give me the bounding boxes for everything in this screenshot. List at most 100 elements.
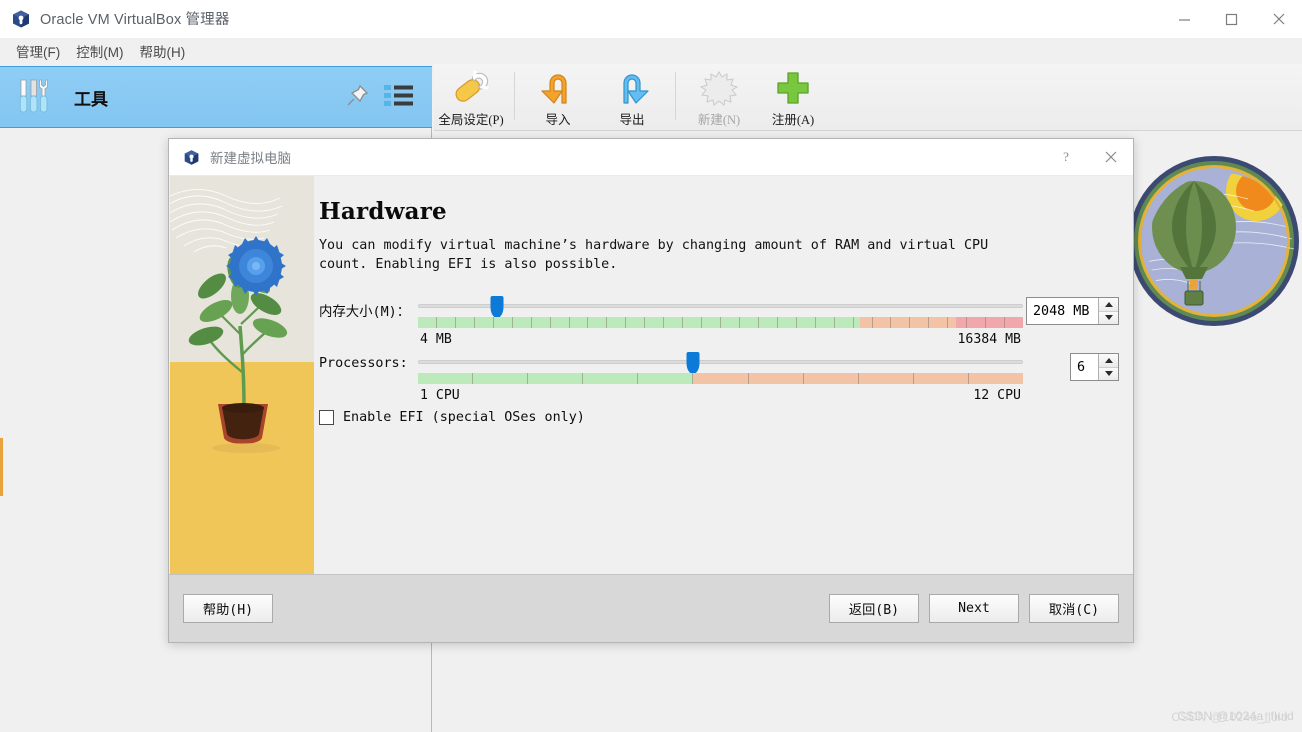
toolbar-separator bbox=[675, 72, 676, 120]
toolbar-button-register[interactable]: 注册(A) bbox=[756, 64, 830, 130]
processors-slider-groove[interactable] bbox=[418, 352, 1023, 374]
slider-tick bbox=[475, 317, 494, 328]
processors-spin-down-icon[interactable] bbox=[1099, 367, 1118, 380]
memory-spin-buttons bbox=[1098, 298, 1118, 324]
toolbar-separator bbox=[514, 72, 515, 120]
new-vm-dialog: 新建虚拟电脑 ? Hardware You can modify virtual… bbox=[168, 138, 1134, 643]
next-button[interactable]: Next bbox=[929, 594, 1019, 623]
efi-checkbox-row[interactable]: Enable EFI (special OSes only) bbox=[319, 410, 1133, 425]
close-icon[interactable] bbox=[1088, 139, 1133, 176]
memory-label: 内存大小(M)： bbox=[319, 305, 411, 320]
virtualbox-cube-icon bbox=[11, 9, 31, 29]
svg-text:?: ? bbox=[1063, 149, 1069, 164]
slider-tick bbox=[418, 317, 437, 328]
back-button[interactable]: 返回(B) bbox=[829, 594, 919, 623]
memory-slider-ticks bbox=[418, 317, 1023, 328]
slider-tick bbox=[859, 373, 914, 384]
dialog-footer-actions: 返回(B) Next 取消(C) bbox=[829, 594, 1119, 623]
slider-tick bbox=[693, 373, 749, 384]
slider-tick bbox=[607, 317, 627, 328]
toolbar-label-export: 导出 bbox=[619, 113, 645, 127]
slider-tick bbox=[551, 317, 570, 328]
slider-tick bbox=[778, 317, 797, 328]
slider-tick bbox=[583, 373, 639, 384]
processors-spin-up-icon[interactable] bbox=[1099, 354, 1118, 368]
memory-slider-handle[interactable] bbox=[490, 296, 504, 318]
memory-max-label: 16384 MB bbox=[957, 332, 1021, 347]
page-description: You can modify virtual machine’s hardwar… bbox=[319, 238, 989, 272]
processors-value[interactable]: 6 bbox=[1071, 354, 1098, 380]
watermark: CSDN @1024a_fluid CSDN @1024a_fluid bbox=[1171, 709, 1294, 724]
toolbar-button-import[interactable]: 导入 bbox=[521, 64, 595, 130]
menu-item-help[interactable]: 帮助(H) bbox=[132, 38, 194, 65]
memory-min-label: 4 MB bbox=[420, 332, 452, 347]
slider-tick bbox=[948, 317, 968, 328]
memory-value[interactable]: 2048 MB bbox=[1027, 298, 1098, 324]
decorative-sliver bbox=[0, 438, 3, 496]
help-question-icon[interactable]: ? bbox=[1043, 139, 1088, 176]
list-view-icon[interactable] bbox=[384, 83, 414, 114]
efi-checkbox[interactable] bbox=[319, 410, 334, 425]
slider-tick bbox=[702, 317, 721, 328]
slider-tick bbox=[873, 317, 892, 328]
slider-tick bbox=[891, 317, 911, 328]
minimize-icon[interactable] bbox=[1161, 0, 1208, 38]
memory-spin-down-icon[interactable] bbox=[1099, 311, 1118, 324]
toolbar-button-new[interactable]: 新建(N) bbox=[682, 64, 756, 130]
dialog-footer: 帮助(H) 返回(B) Next 取消(C) bbox=[169, 574, 1133, 642]
register-machine-icon bbox=[771, 69, 815, 107]
dialog-body: Hardware You can modify virtual machine’… bbox=[169, 176, 1133, 606]
main-toolbar: 全局设定(P) 导入 导出 新建(N) 注册(A) bbox=[434, 64, 1302, 131]
efi-checkbox-label: Enable EFI (special OSes only) bbox=[343, 410, 585, 425]
slider-tick bbox=[588, 317, 608, 328]
slider-tick bbox=[683, 317, 703, 328]
slider-tick bbox=[969, 373, 1023, 384]
menu-item-manage[interactable]: 管理(F) bbox=[8, 38, 68, 65]
pin-icon[interactable] bbox=[344, 83, 370, 114]
cancel-button[interactable]: 取消(C) bbox=[1029, 594, 1119, 623]
slider-tick bbox=[804, 373, 859, 384]
maximize-icon[interactable] bbox=[1208, 0, 1255, 38]
toolbar-label-preferences: 全局设定(P) bbox=[438, 113, 504, 127]
window-title: Oracle VM VirtualBox 管理器 bbox=[40, 12, 230, 28]
slider-tick bbox=[664, 317, 684, 328]
menu-item-control[interactable]: 控制(M) bbox=[68, 38, 131, 65]
slider-tick bbox=[437, 317, 456, 328]
processors-row: Processors: 1 CPU 12 CPU 6 bbox=[314, 350, 1133, 406]
slider-tick bbox=[914, 373, 969, 384]
tools-label: 工具 bbox=[74, 89, 108, 109]
slider-tick bbox=[749, 373, 804, 384]
memory-slider[interactable]: 4 MB 16384 MB bbox=[418, 294, 1023, 350]
slider-tick bbox=[721, 317, 740, 328]
close-icon[interactable] bbox=[1255, 0, 1302, 38]
slider-tick bbox=[1005, 317, 1023, 328]
memory-spinbox[interactable]: 2048 MB bbox=[1026, 297, 1119, 325]
processors-spin-buttons bbox=[1098, 354, 1118, 380]
slider-tick bbox=[528, 373, 584, 384]
memory-range-labels: 4 MB 16384 MB bbox=[418, 332, 1023, 350]
slider-tick bbox=[967, 317, 987, 328]
toolbar-button-export[interactable]: 导出 bbox=[595, 64, 669, 130]
slider-tick bbox=[759, 317, 778, 328]
memory-slider-groove[interactable] bbox=[418, 296, 1023, 318]
memory-spin-up-icon[interactable] bbox=[1099, 298, 1118, 312]
slider-tick bbox=[740, 317, 759, 328]
processors-max-label: 12 CPU bbox=[973, 388, 1021, 403]
slider-tick bbox=[494, 317, 513, 328]
toolbar-button-preferences[interactable]: 全局设定(P) bbox=[434, 64, 508, 130]
menubar: 管理(F) 控制(M) 帮助(H) bbox=[0, 38, 1302, 64]
help-button[interactable]: 帮助(H) bbox=[183, 594, 273, 623]
processors-range-labels: 1 CPU 12 CPU bbox=[418, 388, 1023, 406]
window-titlebar: Oracle VM VirtualBox 管理器 bbox=[0, 0, 1302, 38]
sidebar-item-tools[interactable]: 工具 bbox=[0, 66, 432, 128]
dialog-content: Hardware You can modify virtual machine’… bbox=[314, 176, 1133, 606]
processors-spinbox[interactable]: 6 bbox=[1070, 353, 1119, 381]
new-machine-icon bbox=[697, 69, 741, 107]
slider-tick bbox=[645, 317, 665, 328]
processors-slider-bands bbox=[418, 373, 1023, 384]
processors-slider[interactable]: 1 CPU 12 CPU bbox=[418, 350, 1023, 406]
slider-tick bbox=[638, 373, 694, 384]
memory-row: 内存大小(M)： 4 MB 16384 MB 2048 MB bbox=[314, 294, 1133, 350]
processors-slider-handle[interactable] bbox=[686, 352, 700, 374]
slider-tick bbox=[854, 317, 873, 328]
